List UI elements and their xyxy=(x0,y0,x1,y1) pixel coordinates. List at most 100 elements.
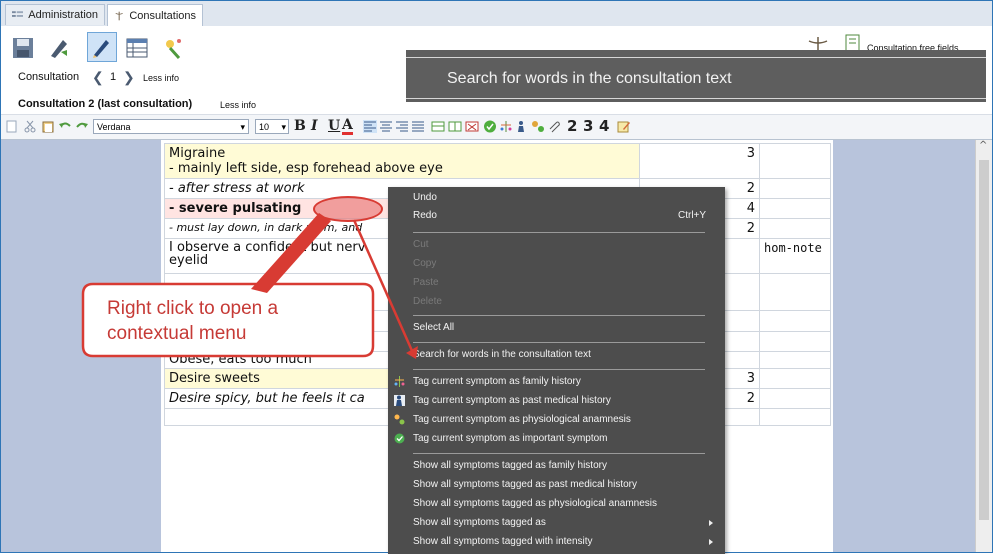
intensity-2-button[interactable]: 2 xyxy=(567,117,577,135)
font-size-value: 10 xyxy=(259,122,270,132)
callout-line: contextual menu xyxy=(107,323,247,344)
menu-item-undo[interactable]: Undo xyxy=(413,190,437,206)
note-cell xyxy=(759,368,831,389)
menu-separator xyxy=(413,342,705,343)
context-menu: Undo Redo Ctrl+Y Cut Copy Paste Delete S… xyxy=(388,187,725,554)
next-page-icon[interactable]: ❯ xyxy=(123,69,135,86)
divider xyxy=(406,98,986,99)
align-center-icon[interactable] xyxy=(379,120,393,133)
tab-consultations[interactable]: Consultations xyxy=(107,4,203,26)
menu-item-tag-important[interactable]: Tag current symptom as important symptom xyxy=(413,431,608,447)
underline-button[interactable]: U xyxy=(328,118,340,134)
insert-row-icon[interactable] xyxy=(431,120,445,133)
note-cell xyxy=(759,388,831,409)
menu-item-delete[interactable]: Delete xyxy=(413,294,442,310)
menu-item-cut[interactable]: Cut xyxy=(413,237,429,253)
search-highlight-banner: Search for words in the consultation tex… xyxy=(406,50,986,102)
intensity-3-button[interactable]: 3 xyxy=(583,117,593,135)
prev-page-icon[interactable]: ❮ xyxy=(92,69,104,86)
intensity-cell: 3 xyxy=(639,143,760,179)
undo-arrow-icon[interactable] xyxy=(58,120,72,133)
note-cell xyxy=(759,310,831,332)
paste-icon[interactable] xyxy=(41,120,55,133)
menu-item-copy[interactable]: Copy xyxy=(413,256,436,272)
important-icon[interactable] xyxy=(483,120,497,133)
menu-item-select-all[interactable]: Select All xyxy=(413,320,454,336)
intensity-4-button[interactable]: 4 xyxy=(599,117,609,135)
note-cell xyxy=(759,408,831,426)
physiological-icon[interactable] xyxy=(531,120,545,133)
font-color-button[interactable]: A xyxy=(342,118,353,135)
menu-item-show-physiological[interactable]: Show all symptoms tagged as physiologica… xyxy=(413,496,657,512)
justify-icon[interactable] xyxy=(411,120,425,133)
font-family-select[interactable]: Verdana ▾ xyxy=(93,119,249,134)
redo-arrow-icon[interactable] xyxy=(75,120,89,133)
save-icon[interactable] xyxy=(11,36,35,60)
format-toolbar: Verdana ▾ 10 ▾ B I U A 2 3 4 xyxy=(1,114,992,140)
menu-item-show-tagged-as[interactable]: Show all symptoms tagged as xyxy=(413,515,546,531)
symptom-cell[interactable]: Migraine - mainly left side, esp forehead… xyxy=(164,143,640,179)
note-cell xyxy=(759,178,831,199)
magic-icon[interactable] xyxy=(161,36,185,60)
administration-icon xyxy=(12,11,24,17)
pencil-icon xyxy=(93,40,109,58)
chevron-down-icon: ▾ xyxy=(281,122,286,132)
new-doc-icon[interactable] xyxy=(5,120,19,133)
symptom-text: - mainly left side, esp forehead above e… xyxy=(169,161,443,176)
caduceus-icon xyxy=(115,11,123,20)
menu-separator xyxy=(413,232,705,233)
tab-label: Administration xyxy=(28,9,98,21)
less-info-link-2[interactable]: Less info xyxy=(220,100,256,110)
tab-administration[interactable]: Administration xyxy=(5,4,105,25)
menu-item-tag-physiological[interactable]: Tag current symptom as physiological ana… xyxy=(413,412,631,428)
family-history-icon[interactable] xyxy=(499,120,513,133)
edit-note-icon[interactable] xyxy=(617,120,631,133)
attach-icon[interactable] xyxy=(547,120,561,133)
font-family-value: Verdana xyxy=(97,122,131,132)
submenu-arrow-icon xyxy=(709,539,713,545)
note-cell xyxy=(759,331,831,352)
past-history-icon[interactable] xyxy=(515,120,529,133)
menu-item-redo[interactable]: Redo xyxy=(413,208,437,224)
consultation-label: Consultation xyxy=(18,71,80,83)
scroll-thumb[interactable] xyxy=(979,160,989,520)
menu-item-show-past-history[interactable]: Show all symptoms tagged as past medical… xyxy=(413,477,637,493)
note-cell xyxy=(759,143,831,179)
menu-item-tag-past-history[interactable]: Tag current symptom as past medical hist… xyxy=(413,393,611,409)
menu-item-tag-family-history[interactable]: Tag current symptom as family history xyxy=(413,374,581,390)
family-history-icon xyxy=(394,376,405,387)
tab-bar: Administration Consultations xyxy=(1,1,992,27)
vertical-scrollbar[interactable]: ^ xyxy=(975,140,992,552)
bold-button[interactable]: B xyxy=(294,118,306,134)
click-highlight xyxy=(313,196,383,222)
edit-mode-toggle[interactable] xyxy=(87,32,117,62)
font-size-select[interactable]: 10 ▾ xyxy=(255,119,289,134)
insert-column-icon[interactable] xyxy=(448,120,462,133)
table-view-icon[interactable] xyxy=(125,36,149,60)
italic-button[interactable]: I xyxy=(311,118,318,134)
align-right-icon[interactable] xyxy=(395,120,409,133)
menu-separator xyxy=(413,453,705,454)
cut-icon[interactable] xyxy=(23,120,37,133)
menu-item-search[interactable]: Search for words in the consultation tex… xyxy=(413,347,591,363)
delete-row-icon[interactable] xyxy=(465,120,479,133)
symptom-text: Migraine xyxy=(169,146,226,161)
less-info-link[interactable]: Less info xyxy=(143,73,179,83)
callout-line: Right click to open a xyxy=(107,298,279,319)
scroll-up-icon[interactable]: ^ xyxy=(979,140,987,151)
table-row[interactable]: Migraine - mainly left side, esp forehead… xyxy=(164,143,831,179)
menu-item-paste[interactable]: Paste xyxy=(413,275,439,291)
page-number: 1 xyxy=(110,71,117,83)
past-history-icon xyxy=(394,395,405,406)
divider xyxy=(406,57,986,58)
consultation-heading: Consultation 2 (last consultation) xyxy=(18,98,193,110)
note-cell: hom-note xyxy=(759,238,831,274)
menu-separator xyxy=(413,369,705,370)
menu-item-show-family-history[interactable]: Show all symptoms tagged as family histo… xyxy=(413,458,607,474)
align-left-icon[interactable] xyxy=(363,120,377,133)
menu-item-show-intensity[interactable]: Show all symptoms tagged with intensity xyxy=(413,534,593,550)
add-consultation-icon[interactable] xyxy=(47,36,71,60)
note-cell xyxy=(759,351,831,369)
check-circle-icon xyxy=(394,433,405,444)
note-cell xyxy=(759,218,831,239)
